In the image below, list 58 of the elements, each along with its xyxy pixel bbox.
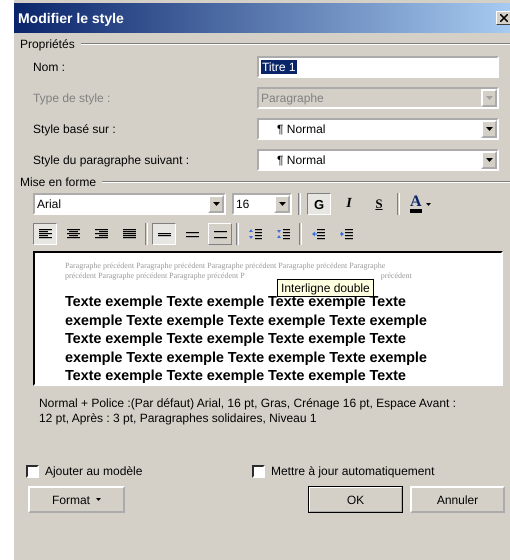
sample-text: Texte exemple Texte exemple Texte exemple Texte xyxy=(65,294,407,312)
preview-text: précédent Paragraphe précédent Paragraphe précédent P xyxy=(65,271,245,281)
font-color-button[interactable]: A xyxy=(406,195,435,213)
field-label: Style du paragraphe suivant : xyxy=(33,152,190,166)
sample-text: exemple Texte exemple Texte exemple Texte exemple xyxy=(65,348,428,367)
group-label: Mise en forme xyxy=(20,175,96,189)
field-label: Style basé sur : xyxy=(33,122,117,136)
indent-icon xyxy=(312,228,324,240)
caret-icon xyxy=(96,498,101,501)
preview-text: précédent xyxy=(380,271,412,281)
line-spacing-icon xyxy=(214,229,226,239)
field-label: Nom : xyxy=(33,60,66,74)
close-icon xyxy=(500,14,508,22)
align-center-icon xyxy=(66,229,80,239)
caret-icon xyxy=(426,202,431,206)
group-label: Propriétés xyxy=(20,37,75,51)
dropdown-button[interactable] xyxy=(481,120,497,138)
preview-text: Paragraphe précédent Paragraphe précédent Paragraphe précédent Paragraphe précédent Paragraphe xyxy=(65,261,386,271)
paragraph-spacing-icon xyxy=(248,228,262,240)
align-left-icon xyxy=(38,229,52,239)
size-dropdown[interactable]: 16 xyxy=(232,193,292,215)
italic-button[interactable]: I xyxy=(337,193,361,215)
tooltip: Interligne double xyxy=(277,279,374,297)
checkbox[interactable]: Mettre à jour automatiquement xyxy=(252,464,434,478)
close-button[interactable] xyxy=(496,11,510,25)
caret-icon xyxy=(486,126,492,130)
checkbox-box[interactable] xyxy=(252,464,265,478)
sample-text: Texte exemple Texte exemple Texte exemple Texte xyxy=(65,367,407,384)
style-dropdown[interactable]: ¶ Normal xyxy=(257,118,499,140)
ok-button[interactable]: OK xyxy=(308,486,403,513)
paragraph-spacing-icon xyxy=(276,228,290,240)
caret-icon xyxy=(486,158,492,162)
sample-text: exemple Texte exemple Texte exemple Texte exemple xyxy=(65,312,428,330)
dropdown-button[interactable] xyxy=(274,195,290,213)
caret-icon xyxy=(212,202,220,206)
line-spacing-button[interactable] xyxy=(152,223,176,245)
dropdown-button[interactable] xyxy=(481,150,497,168)
indent-icon xyxy=(340,228,352,240)
align-left-button[interactable] xyxy=(33,223,57,245)
line-spacing-icon xyxy=(186,229,198,239)
format-button[interactable]: Format xyxy=(28,486,125,513)
checkbox[interactable]: Ajouter au modèle xyxy=(26,464,252,478)
caret-icon xyxy=(278,202,286,206)
name-field[interactable]: Titre 1 xyxy=(257,56,499,78)
font-dropdown[interactable]: Arial xyxy=(33,193,226,215)
style-description: Normal + Police :(Par défaut) Arial, 16 pt, Gras, Crénage 16 pt, Espace Avant : 12 pt, Après : 3 pt, Paragraphes solidaires, Niveau 1 xyxy=(39,396,457,426)
bold-button[interactable]: G xyxy=(307,193,331,215)
underline-button[interactable]: S xyxy=(367,193,391,215)
field-label: Type de style : xyxy=(33,90,112,104)
align-right-icon xyxy=(94,229,108,239)
sample-text: Texte exemple Texte exemple Texte exemple Texte xyxy=(65,330,407,348)
align-justify-icon xyxy=(122,229,136,239)
style-dropdown[interactable]: ¶ Normal xyxy=(257,148,499,170)
cancel-button[interactable]: Annuler xyxy=(410,486,505,513)
caret-icon xyxy=(486,96,492,100)
dropdown-button[interactable] xyxy=(208,195,224,213)
window-title: Modifier le style xyxy=(18,10,124,26)
checkbox-box[interactable] xyxy=(26,464,39,478)
